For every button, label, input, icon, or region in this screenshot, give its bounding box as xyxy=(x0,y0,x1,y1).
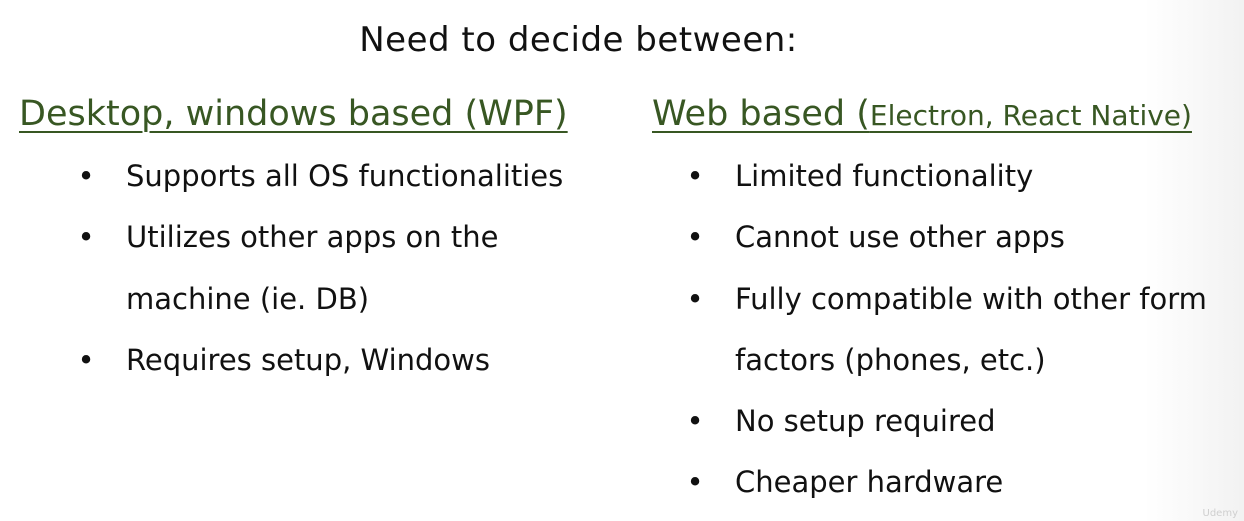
list-item: • Cannot use other apps xyxy=(685,207,1207,268)
bullet-icon: • xyxy=(77,220,95,255)
bullet-text: Fully compatible with other form xyxy=(735,281,1207,316)
bullet-text-continued: factors (phones, etc.) xyxy=(735,342,1046,377)
bullet-icon: • xyxy=(686,159,704,193)
bullet-text-continued: machine (ie. DB) xyxy=(126,281,370,316)
bullet-text: Cheaper hardware xyxy=(735,465,1004,500)
bullet-text: Cannot use other apps xyxy=(735,220,1065,255)
bullet-text: Supports all OS functionalities xyxy=(126,159,564,193)
bullet-icon: • xyxy=(686,465,704,500)
bullet-icon: • xyxy=(686,281,704,316)
bullet-text: No setup required xyxy=(735,404,996,439)
web-column-heading: Web based (Electron, React Native) xyxy=(652,94,1192,134)
desktop-column-heading: Desktop, windows based (WPF) xyxy=(19,94,568,134)
bullet-icon: • xyxy=(77,342,95,377)
list-item: • Fully compatible with other form facto… xyxy=(685,269,1207,392)
web-heading-frameworks: Electron, React Native) xyxy=(869,99,1192,132)
bullet-icon: • xyxy=(686,220,704,255)
udemy-watermark: Udemy xyxy=(1202,508,1238,519)
slide: Need to decide between: Desktop, windows… xyxy=(0,0,1244,521)
web-heading-main: Web based ( xyxy=(652,94,870,134)
bullet-text: Requires setup, Windows xyxy=(126,342,490,377)
bullet-icon: • xyxy=(686,404,704,439)
list-item: • Cheaper hardware xyxy=(685,452,1207,513)
web-bullet-list: • Limited functionality • Cannot use oth… xyxy=(685,146,1207,514)
bullet-text: Utilizes other apps on the xyxy=(126,220,499,255)
list-item: • Requires setup, Windows xyxy=(76,330,563,391)
desktop-bullet-list: • Supports all OS functionalities • Util… xyxy=(76,146,563,391)
slide-title: Need to decide between: xyxy=(359,20,798,60)
bullet-text: Limited functionality xyxy=(735,159,1034,193)
list-item: • Supports all OS functionalities xyxy=(76,146,563,207)
list-item: • Limited functionality xyxy=(685,146,1207,207)
list-item: • No setup required xyxy=(685,391,1207,452)
list-item: • Utilizes other apps on the machine (ie… xyxy=(76,207,563,330)
bullet-icon: • xyxy=(77,159,95,193)
